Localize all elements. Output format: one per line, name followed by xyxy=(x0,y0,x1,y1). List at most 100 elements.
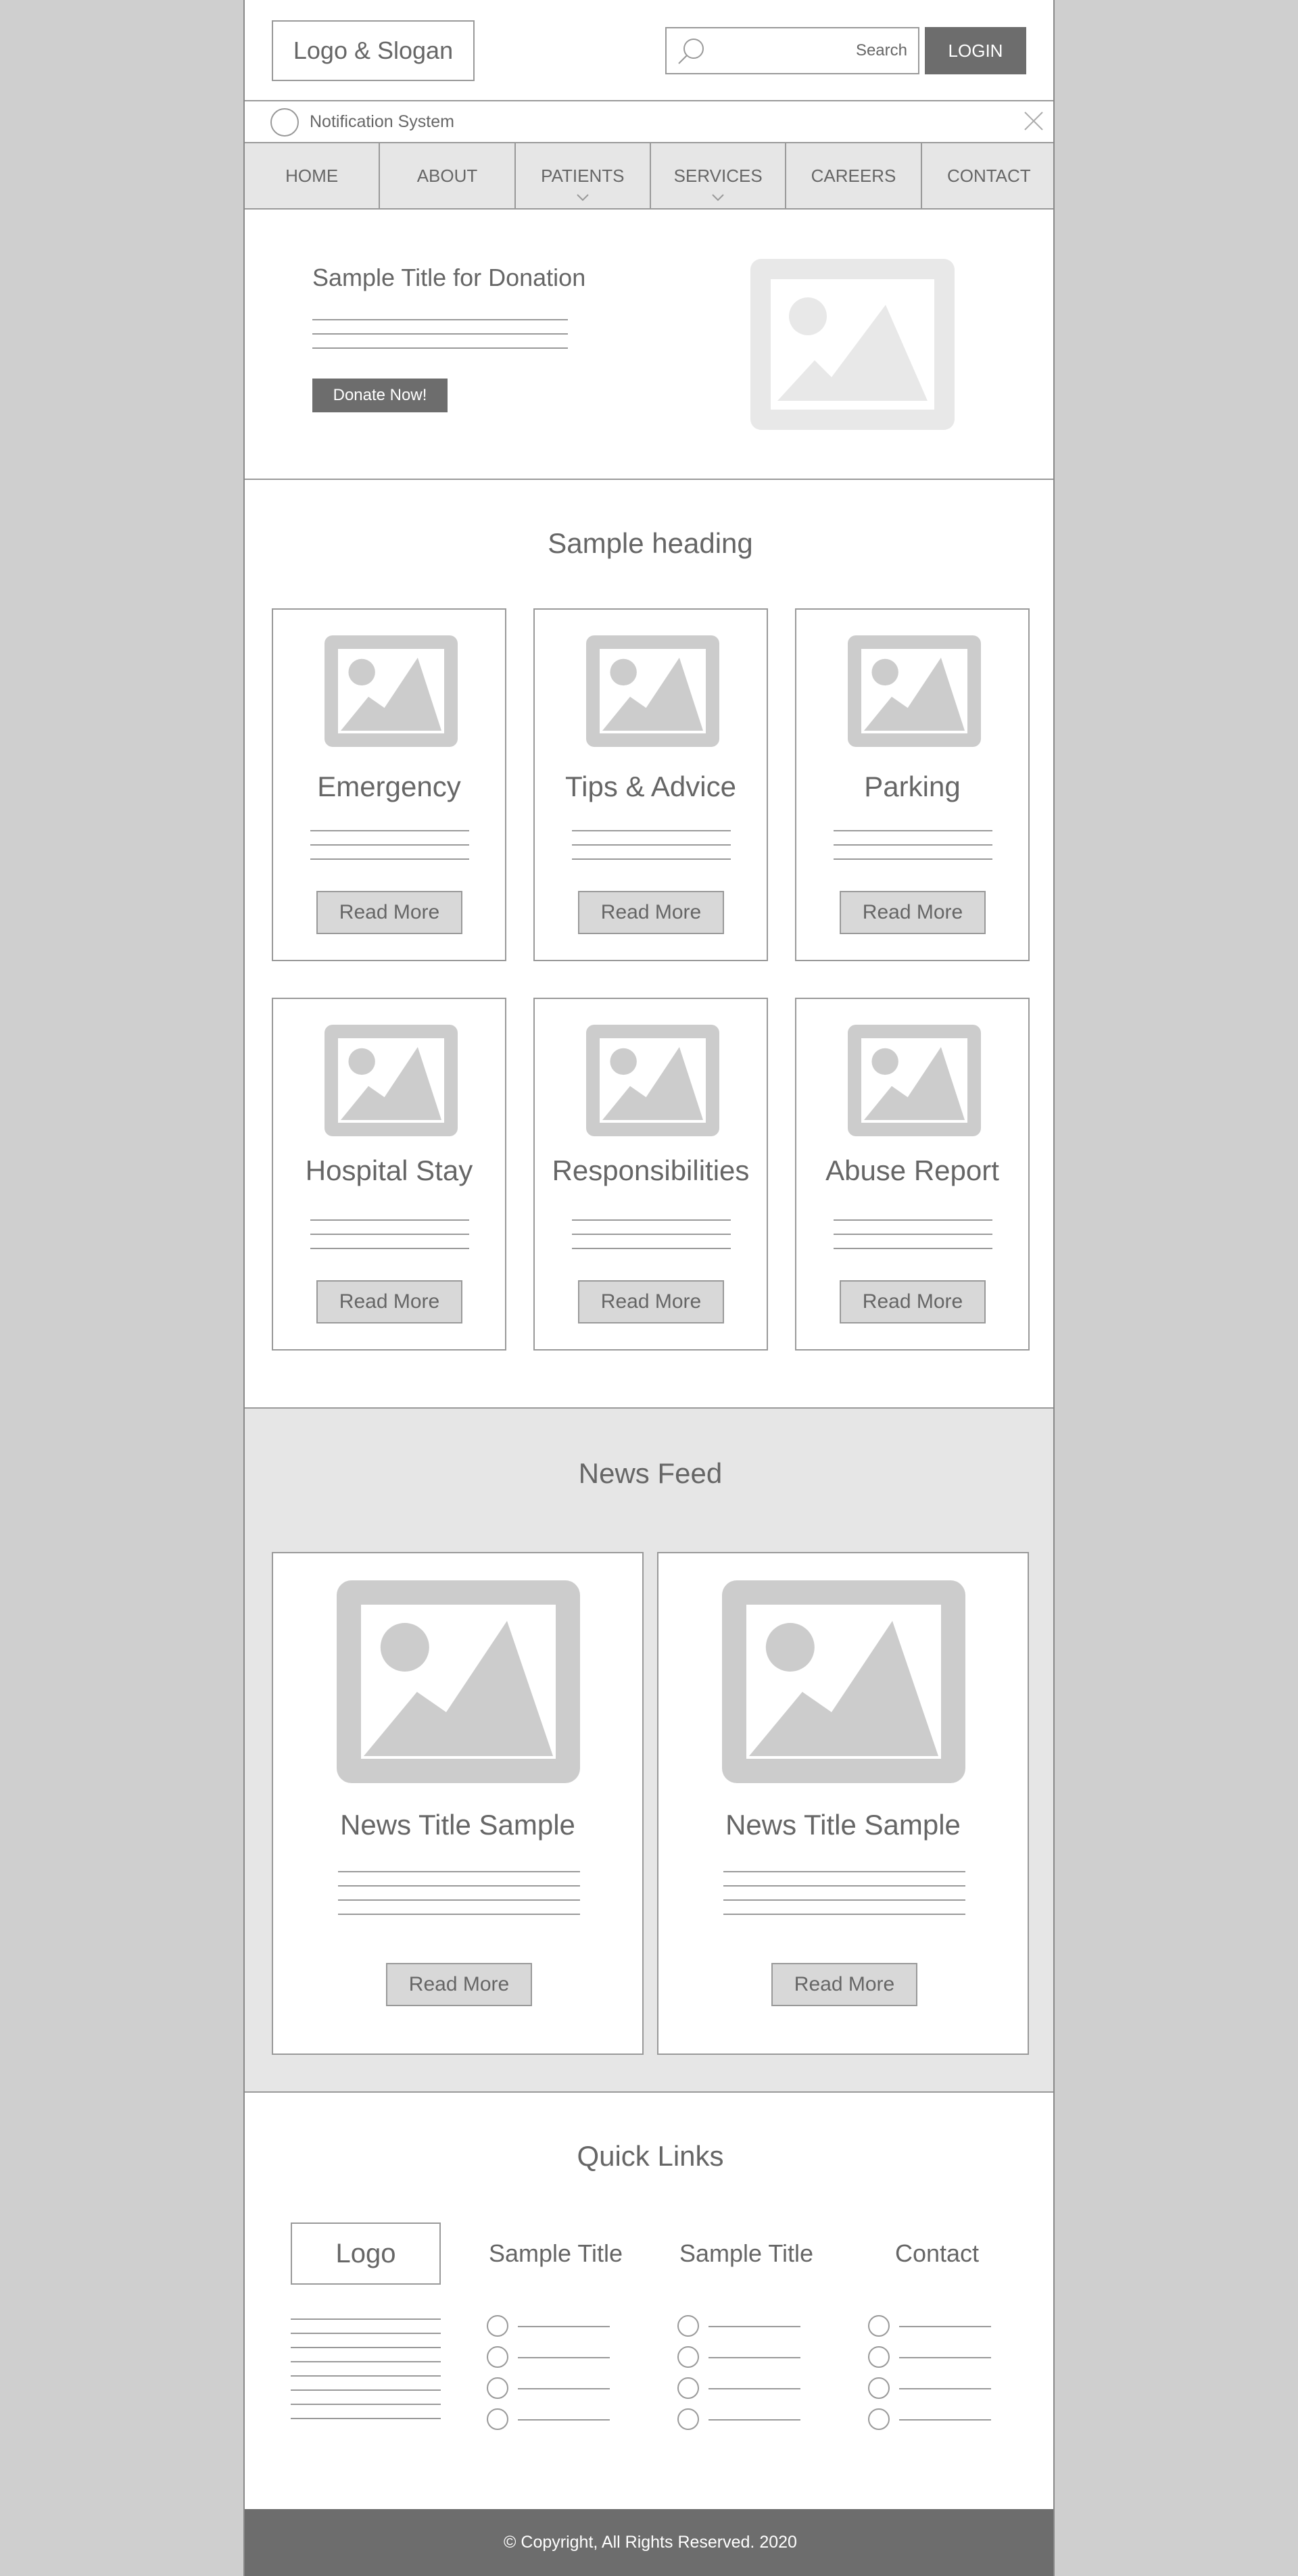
divider xyxy=(245,2091,1053,2093)
text-placeholder-line xyxy=(572,858,731,860)
read-more-button[interactable]: Read More xyxy=(840,891,986,934)
quick-link[interactable] xyxy=(518,2326,610,2327)
image-placeholder-icon xyxy=(848,635,981,747)
link-bullet-icon xyxy=(677,2315,699,2337)
card-title: Parking xyxy=(864,771,961,802)
link-bullet-icon xyxy=(487,2408,508,2430)
quick-link[interactable] xyxy=(708,2419,800,2421)
text-placeholder-line xyxy=(572,844,731,846)
text-placeholder-line xyxy=(338,1899,580,1901)
text-placeholder-line xyxy=(312,333,568,335)
hero-title: Sample Title for Donation xyxy=(312,264,586,291)
image-placeholder-icon xyxy=(586,635,719,747)
quick-links-col1-title: Sample Title xyxy=(488,2239,623,2267)
image-placeholder-icon xyxy=(750,259,955,430)
image-placeholder-icon xyxy=(722,1580,965,1783)
chevron-down-icon xyxy=(712,194,724,201)
nav-home[interactable]: HOME xyxy=(245,143,381,208)
link-bullet-icon xyxy=(487,2377,508,2399)
text-placeholder-line xyxy=(572,830,731,831)
footer-logo[interactable]: Logo xyxy=(291,2222,441,2285)
nav-label: CONTACT xyxy=(946,165,1031,186)
close-icon[interactable] xyxy=(1024,111,1044,131)
nav-about[interactable]: ABOUT xyxy=(380,143,516,208)
quick-link[interactable] xyxy=(899,2326,991,2327)
notification-icon xyxy=(270,108,299,137)
quick-link[interactable] xyxy=(899,2388,991,2389)
service-card: Tips & Advice Read More xyxy=(533,608,768,961)
read-more-button[interactable]: Read More xyxy=(316,1280,462,1323)
section-heading: Quick Links xyxy=(577,2140,724,2172)
text-placeholder-line xyxy=(310,1219,469,1221)
news-card: News Title Sample Read More xyxy=(657,1552,1029,2055)
text-placeholder-line xyxy=(723,1914,965,1915)
text-placeholder-line xyxy=(291,2333,441,2334)
copyright-text: © Copyright, All Rights Reserved. 2020 xyxy=(504,2533,797,2552)
text-placeholder-line xyxy=(291,2361,441,2362)
search-placeholder: Search xyxy=(855,41,907,59)
quick-link[interactable] xyxy=(518,2357,610,2358)
divider xyxy=(245,479,1053,480)
page: Logo & Slogan Search LOGIN Notification … xyxy=(243,0,1055,2576)
quick-link[interactable] xyxy=(708,2326,800,2327)
text-placeholder-line xyxy=(310,830,469,831)
text-placeholder-line xyxy=(310,1248,469,1249)
text-placeholder-line xyxy=(572,1248,731,1249)
text-placeholder-line xyxy=(723,1871,965,1872)
quick-link[interactable] xyxy=(708,2357,800,2358)
link-bullet-icon xyxy=(487,2346,508,2368)
link-bullet-icon xyxy=(868,2408,890,2430)
news-title: News Title Sample xyxy=(725,1809,961,1841)
quick-links-col3-title: Contact xyxy=(894,2239,980,2267)
quick-links-col2-title: Sample Title xyxy=(679,2239,814,2267)
donate-button[interactable]: Donate Now! xyxy=(312,379,448,412)
read-more-button[interactable]: Read More xyxy=(386,1963,532,2006)
link-bullet-icon xyxy=(868,2346,890,2368)
read-more-button[interactable]: Read More xyxy=(578,1280,724,1323)
image-placeholder-icon xyxy=(337,1580,580,1783)
text-placeholder-line xyxy=(834,830,992,831)
text-placeholder-line xyxy=(310,858,469,860)
card-title: Tips & Advice xyxy=(565,771,736,802)
login-button[interactable]: LOGIN xyxy=(925,27,1026,74)
nav-careers[interactable]: CAREERS xyxy=(786,143,922,208)
chevron-down-icon xyxy=(577,194,589,201)
text-placeholder-line xyxy=(834,1248,992,1249)
read-more-button[interactable]: Read More xyxy=(578,891,724,934)
search-input[interactable]: Search xyxy=(665,27,919,74)
nav-label: PATIENTS xyxy=(541,165,625,186)
quick-link[interactable] xyxy=(899,2419,991,2421)
text-placeholder-line xyxy=(723,1885,965,1887)
nav-services[interactable]: SERVICES xyxy=(651,143,787,208)
service-card: Abuse Report Read More xyxy=(795,998,1030,1351)
nav-label: HOME xyxy=(285,165,339,186)
read-more-button[interactable]: Read More xyxy=(316,891,462,934)
read-more-button[interactable]: Read More xyxy=(840,1280,986,1323)
link-bullet-icon xyxy=(868,2315,890,2337)
service-card: Hospital Stay Read More xyxy=(272,998,506,1351)
card-title: Hospital Stay xyxy=(305,1155,473,1186)
nav-label: SERVICES xyxy=(673,165,763,186)
quick-link[interactable] xyxy=(518,2419,610,2421)
text-placeholder-line xyxy=(338,1871,580,1872)
service-card: Responsibilities Read More xyxy=(533,998,768,1351)
service-card: Emergency Read More xyxy=(272,608,506,961)
text-placeholder-line xyxy=(834,1219,992,1221)
text-placeholder-line xyxy=(834,1234,992,1235)
quick-link[interactable] xyxy=(708,2388,800,2389)
nav-contact[interactable]: CONTACT xyxy=(922,143,1053,208)
quick-link[interactable] xyxy=(899,2357,991,2358)
news-card: News Title Sample Read More xyxy=(272,1552,644,2055)
read-more-button[interactable]: Read More xyxy=(771,1963,917,2006)
link-bullet-icon xyxy=(677,2408,699,2430)
text-placeholder-line xyxy=(834,844,992,846)
news-title: News Title Sample xyxy=(340,1809,575,1841)
text-placeholder-line xyxy=(291,2404,441,2405)
notification-text: Notification System xyxy=(310,112,454,131)
image-placeholder-icon xyxy=(324,1025,458,1136)
footer-logo-text: Logo xyxy=(335,2238,396,2268)
text-placeholder-line xyxy=(310,844,469,846)
quick-link[interactable] xyxy=(518,2388,610,2389)
nav-patients[interactable]: PATIENTS xyxy=(516,143,651,208)
site-logo[interactable]: Logo & Slogan xyxy=(272,20,475,81)
